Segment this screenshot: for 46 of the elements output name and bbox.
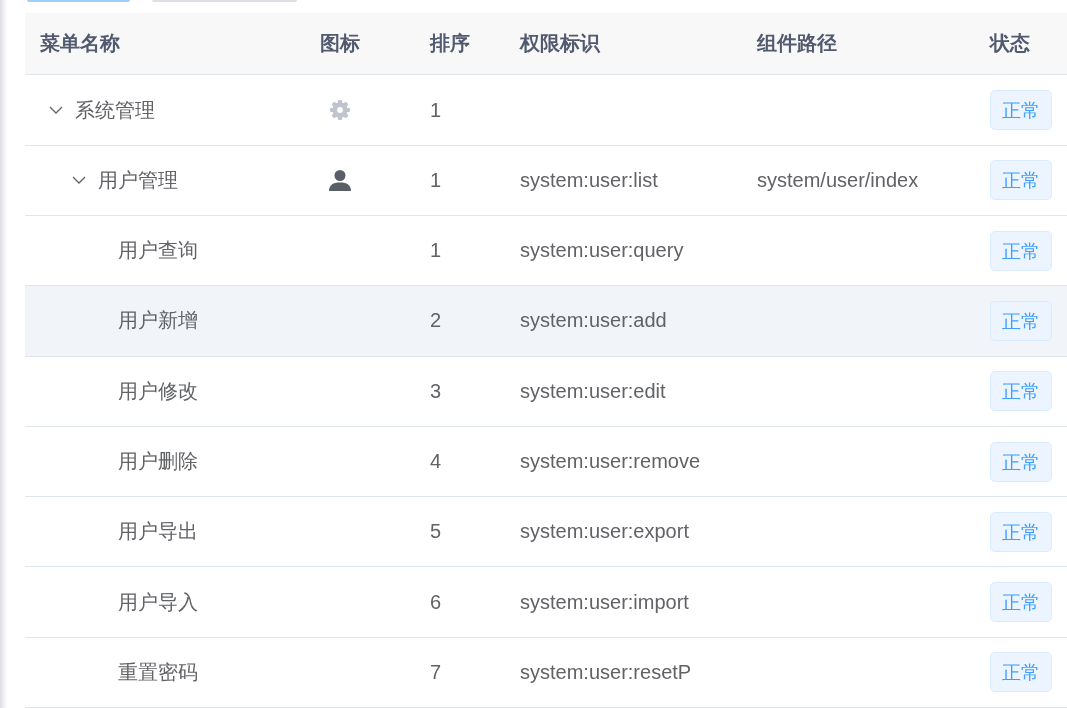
menu-name: 重置密码	[118, 659, 198, 685]
column-header: 组件路径	[755, 31, 838, 57]
menu-name: 用户导入	[118, 589, 198, 615]
sort-order: 6	[430, 590, 442, 614]
gear-icon	[330, 100, 350, 120]
column-header: 权限标识	[518, 31, 601, 57]
menu-name: 用户管理	[98, 167, 178, 193]
menu-name: 用户修改	[118, 378, 198, 404]
permission-key: system:user:import	[520, 590, 689, 614]
sort-order: 3	[430, 379, 442, 403]
sort-order: 7	[430, 660, 442, 684]
menu-name: 用户删除	[118, 449, 198, 474]
status-tag: 正常	[990, 300, 1052, 341]
status-tag: 正常	[990, 230, 1052, 271]
permission-key: system:user:export	[520, 520, 689, 544]
sort-order: 4	[430, 450, 442, 473]
menu-name: 用户导出	[118, 519, 198, 545]
sort-order: 1	[430, 239, 442, 263]
menu-name: 用户新增	[118, 308, 198, 334]
status-tag: 正常	[990, 511, 1052, 552]
sort-order: 1	[430, 168, 442, 192]
sort-order: 2	[430, 309, 442, 333]
chevron-down-icon[interactable]	[72, 176, 86, 185]
status-tag: 正常	[990, 652, 1052, 693]
menu-name: 系统管理	[75, 97, 155, 123]
status-tag: 正常	[990, 441, 1052, 482]
column-header: 排序	[428, 31, 471, 57]
permission-key: system:user:edit	[520, 379, 666, 403]
sort-order: 5	[430, 520, 442, 544]
column-header: 菜单名称	[39, 31, 121, 57]
permission-key: system:user:resetP	[520, 660, 692, 684]
status-tag: 正常	[990, 371, 1052, 412]
column-header: 图标	[319, 31, 361, 57]
column-header: 状态	[988, 31, 1031, 57]
permission-key: system:user:add	[520, 309, 667, 333]
permission-key: system:user:query	[520, 239, 684, 263]
sort-order: 1	[430, 98, 442, 122]
user-icon	[329, 169, 351, 191]
menu-name: 用户查询	[118, 238, 198, 264]
status-tag: 正常	[990, 160, 1052, 201]
component-path: system/user/index	[757, 168, 919, 192]
permission-key: system:user:remove	[520, 450, 701, 473]
permission-key: system:user:list	[520, 168, 658, 192]
chevron-down-icon[interactable]	[49, 106, 63, 114]
status-tag: 正常	[990, 90, 1052, 130]
status-tag: 正常	[990, 582, 1052, 623]
